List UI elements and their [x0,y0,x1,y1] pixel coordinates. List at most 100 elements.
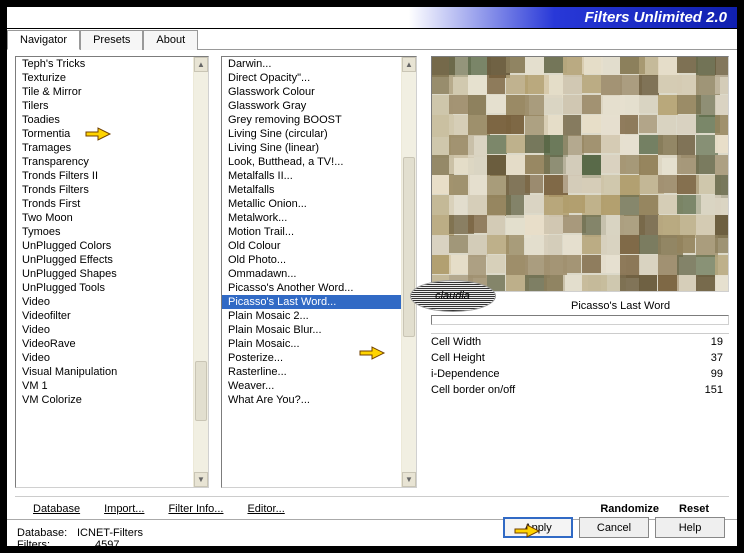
database-button[interactable]: Database [33,503,80,515]
current-filter-name: Picasso's Last Word [571,300,670,312]
filter-item[interactable]: Metalwork... [222,211,416,225]
scroll-down-icon[interactable]: ▼ [402,472,416,487]
param-label: Cell Height [431,352,485,364]
param-label: i-Dependence [431,368,500,380]
pointer-icon [358,343,386,363]
category-list[interactable]: Teph's TricksTexturizeTile & MirrorTiler… [15,56,209,488]
tab-presets[interactable]: Presets [80,30,143,50]
category-item[interactable]: Video [16,351,208,365]
category-item[interactable]: Tilers [16,99,208,113]
progress-bar [431,315,729,325]
randomize-button[interactable]: Randomize [600,503,659,515]
category-item[interactable]: Videofilter [16,309,208,323]
pointer-icon [84,124,112,144]
status-db-value: ICNET-Filters [77,527,143,539]
preview-image [431,56,729,292]
scroll-thumb[interactable] [195,361,207,421]
watermark-logo: claudia [390,278,515,314]
tab-about[interactable]: About [143,30,198,50]
status-filters-value: 4597 [95,539,119,551]
reset-button[interactable]: Reset [679,503,709,515]
filter-item[interactable]: Glasswork Colour [222,85,416,99]
category-item[interactable]: Tymoes [16,225,208,239]
category-item[interactable]: Tronds Filters [16,183,208,197]
filter-item[interactable]: Living Sine (circular) [222,127,416,141]
main-body: Teph's TricksTexturizeTile & MirrorTiler… [7,50,737,490]
filter-item[interactable]: Plain Mosaic... [222,337,416,351]
category-item[interactable]: UnPlugged Shapes [16,267,208,281]
param-label: Cell Width [431,336,481,348]
filter-item[interactable]: Picasso's Another Word... [222,281,416,295]
parameter-list: Cell Width 19 Cell Height 37 i-Dependence 99 C… [431,333,729,398]
app-window: Filters Unlimited 2.0 Navigator Presets … [6,6,738,547]
category-item[interactable]: VM Colorize [16,393,208,407]
category-item[interactable]: VideoRave [16,337,208,351]
category-item[interactable]: UnPlugged Tools [16,281,208,295]
category-item[interactable]: Tramages [16,141,208,155]
filter-item[interactable]: Motion Trail... [222,225,416,239]
param-value: 19 [711,336,723,348]
filter-item[interactable]: Darwin... [222,57,416,71]
filter-item[interactable]: Rasterline... [222,365,416,379]
category-item[interactable]: Two Moon [16,211,208,225]
filter-item[interactable]: Metalfalls II... [222,169,416,183]
tab-navigator[interactable]: Navigator [7,30,80,50]
tab-strip: Navigator Presets About [7,29,737,50]
category-item[interactable]: VM 1 [16,379,208,393]
filter-item[interactable]: Plain Mosaic Blur... [222,323,416,337]
filter-item[interactable]: Old Colour [222,239,416,253]
filter-item[interactable]: What Are You?... [222,393,416,407]
category-item[interactable]: Texturize [16,71,208,85]
filter-item[interactable]: Glasswork Gray [222,99,416,113]
status-bar: Database:ICNET-Filters Filters:4597 Appl… [7,519,737,553]
app-title: Filters Unlimited 2.0 [584,9,727,26]
filter-item[interactable]: Grey removing BOOST [222,113,416,127]
filter-item[interactable]: Metalfalls [222,183,416,197]
filter-item[interactable]: Metallic Onion... [222,197,416,211]
category-item[interactable]: Teph's Tricks [16,57,208,71]
param-row[interactable]: i-Dependence 99 [431,366,729,382]
param-row[interactable]: Cell Width 19 [431,334,729,350]
filter-item[interactable]: Living Sine (linear) [222,141,416,155]
param-value: 37 [711,352,723,364]
help-button[interactable]: Help [655,517,725,538]
category-item[interactable]: Tormentia [16,127,208,141]
editor-button[interactable]: Editor... [247,503,284,515]
filter-item[interactable]: Old Photo... [222,253,416,267]
filter-item[interactable]: Weaver... [222,379,416,393]
pointer-icon [513,521,541,541]
category-item[interactable]: Video [16,295,208,309]
scroll-up-icon[interactable]: ▲ [194,57,208,72]
filter-item[interactable]: Picasso's Last Word... [222,295,416,309]
import-button[interactable]: Import... [104,503,144,515]
category-item[interactable]: UnPlugged Colors [16,239,208,253]
category-item[interactable]: Video [16,323,208,337]
scrollbar[interactable]: ▲ ▼ [193,57,208,487]
status-db-label: Database: [17,527,77,539]
cancel-button[interactable]: Cancel [579,517,649,538]
filter-info-button[interactable]: Filter Info... [168,503,223,515]
filter-item[interactable]: Direct Opacity"... [222,71,416,85]
category-item[interactable]: Visual Manipulation [16,365,208,379]
category-item[interactable]: Tronds Filters II [16,169,208,183]
category-item[interactable]: Toadies [16,113,208,127]
filter-item[interactable]: Look, Butthead, a TV!... [222,155,416,169]
scrollbar[interactable]: ▲ ▼ [401,57,416,487]
param-value: 151 [705,384,723,396]
toolbar: Database Import... Filter Info... Editor… [15,496,729,519]
filter-item[interactable]: Plain Mosaic 2... [222,309,416,323]
category-item[interactable]: UnPlugged Effects [16,253,208,267]
scroll-down-icon[interactable]: ▼ [194,472,208,487]
filter-item[interactable]: Posterize... [222,351,416,365]
scroll-up-icon[interactable]: ▲ [402,57,416,72]
filter-item[interactable]: Ommadawn... [222,267,416,281]
category-item[interactable]: Tronds First [16,197,208,211]
right-panel: Picasso's Last Word Cell Width 19 Cell Hei… [431,56,729,490]
param-row[interactable]: Cell Height 37 [431,350,729,366]
param-value: 99 [711,368,723,380]
category-item[interactable]: Tile & Mirror [16,85,208,99]
param-row[interactable]: Cell border on/off151 [431,382,729,398]
watermark-text: claudia [435,290,470,302]
category-item[interactable]: Transparency [16,155,208,169]
filter-list[interactable]: Darwin...Direct Opacity"...Glasswork Col… [221,56,417,488]
